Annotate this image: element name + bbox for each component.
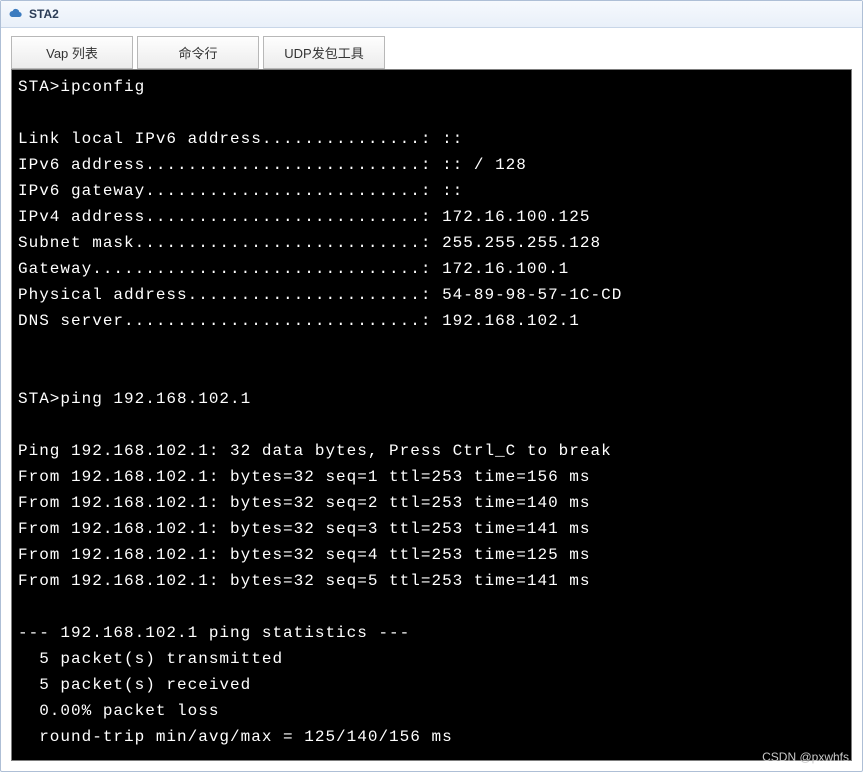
app-window: STA2 Vap 列表 命令行 UDP发包工具 STA>ipconfig Lin…: [0, 0, 863, 772]
watermark-text: CSDN @pxwhfs: [762, 750, 849, 764]
tab-bar: Vap 列表 命令行 UDP发包工具: [11, 36, 852, 69]
cloud-icon: [7, 6, 23, 22]
tab-label: Vap 列表: [46, 46, 98, 61]
title-bar[interactable]: STA2: [1, 1, 862, 28]
window-body: Vap 列表 命令行 UDP发包工具 STA>ipconfig Link loc…: [1, 28, 862, 771]
window-title: STA2: [29, 7, 59, 21]
tab-vap-list[interactable]: Vap 列表: [11, 36, 133, 69]
tab-label: 命令行: [178, 46, 217, 61]
tab-label: UDP发包工具: [284, 46, 363, 61]
tab-cli[interactable]: 命令行: [137, 36, 259, 69]
tab-udp-tool[interactable]: UDP发包工具: [263, 36, 385, 69]
terminal-output[interactable]: STA>ipconfig Link local IPv6 address....…: [11, 69, 852, 761]
